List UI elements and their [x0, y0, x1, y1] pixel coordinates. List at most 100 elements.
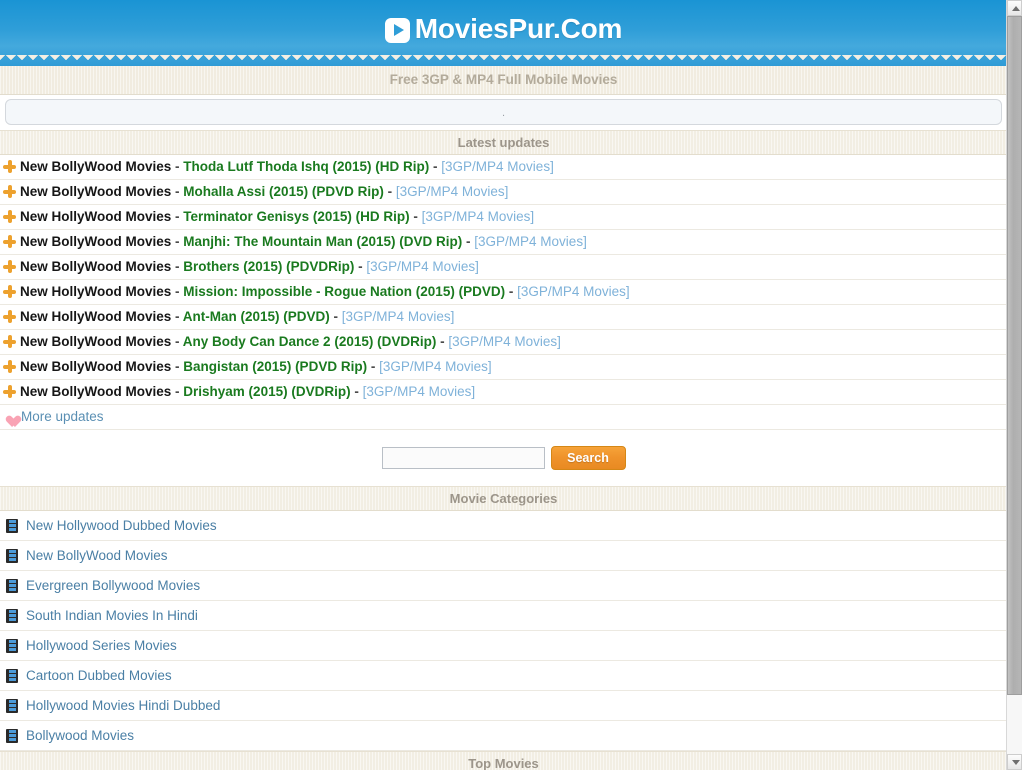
format-tag-link[interactable]: [3GP/MP4 Movies] — [379, 359, 492, 374]
format-tag-link[interactable]: [3GP/MP4 Movies] — [366, 259, 479, 274]
separator: - — [171, 234, 184, 249]
update-category-label: New BollyWood Movies — [20, 184, 172, 199]
movie-title-link[interactable]: Any Body Can Dance 2 (2015) (DVDRip) — [183, 334, 437, 349]
category-row[interactable]: Hollywood Series Movies — [0, 631, 1007, 661]
movie-title-link[interactable]: Mohalla Assi (2015) (PDVD Rip) — [183, 184, 384, 199]
movie-title-link[interactable]: Ant-Man (2015) (PDVD) — [183, 309, 330, 324]
category-link[interactable]: Hollywood Series Movies — [26, 638, 177, 653]
orange-cross-icon — [3, 335, 16, 348]
separator: - — [436, 334, 449, 349]
movie-title-link[interactable]: Thoda Lutf Thoda Ishq (2015) (HD Rip) — [183, 159, 429, 174]
category-link[interactable]: Hollywood Movies Hindi Dubbed — [26, 698, 220, 713]
ad-slot[interactable]: . — [5, 99, 1002, 125]
film-strip-icon — [6, 579, 18, 593]
movie-title-link[interactable]: Brothers (2015) (PDVDRip) — [183, 259, 354, 274]
category-link[interactable]: South Indian Movies In Hindi — [26, 608, 198, 623]
orange-cross-icon — [3, 260, 16, 273]
more-updates-link[interactable]: More updates — [21, 409, 104, 424]
separator: - — [171, 384, 184, 399]
movie-title-link[interactable]: Drishyam (2015) (DVDRip) — [183, 384, 350, 399]
category-link[interactable]: Bollywood Movies — [26, 728, 134, 743]
separator: - — [171, 184, 184, 199]
separator: - — [350, 384, 363, 399]
film-strip-icon — [6, 609, 18, 623]
category-row[interactable]: New BollyWood Movies — [0, 541, 1007, 571]
top-movies-header: Top Movies — [0, 751, 1007, 770]
format-tag-link[interactable]: [3GP/MP4 Movies] — [422, 209, 535, 224]
orange-cross-icon — [3, 360, 16, 373]
category-link[interactable]: Evergreen Bollywood Movies — [26, 578, 200, 593]
update-row[interactable]: New HollyWood Movies - Ant-Man (2015) (P… — [0, 305, 1007, 330]
separator: - — [171, 209, 184, 224]
scrollbar-thumb[interactable] — [1007, 16, 1022, 695]
update-row[interactable]: New BollyWood Movies - Drishyam (2015) (… — [0, 380, 1007, 405]
movie-title-link[interactable]: Manjhi: The Mountain Man (2015) (DVD Rip… — [183, 234, 462, 249]
search-input[interactable] — [381, 447, 545, 469]
site-header: MoviesPur.Com — [0, 0, 1007, 66]
update-row[interactable]: New BollyWood Movies - Mohalla Assi (201… — [0, 180, 1007, 205]
tagline-text: Free 3GP & MP4 Full Mobile Movies — [389, 72, 618, 87]
orange-cross-icon — [3, 285, 16, 298]
section-title: Top Movies — [468, 756, 539, 770]
category-link[interactable]: New Hollywood Dubbed Movies — [26, 518, 217, 533]
film-strip-icon — [6, 669, 18, 683]
film-strip-icon — [6, 519, 18, 533]
update-category-label: New HollyWood Movies — [20, 309, 172, 324]
format-tag-link[interactable]: [3GP/MP4 Movies] — [363, 384, 476, 399]
category-row[interactable]: Cartoon Dubbed Movies — [0, 661, 1007, 691]
orange-cross-icon — [3, 235, 16, 248]
update-category-label: New BollyWood Movies — [20, 259, 172, 274]
movie-title-link[interactable]: Terminator Genisys (2015) (HD Rip) — [183, 209, 409, 224]
separator: - — [171, 309, 183, 324]
separator: - — [367, 359, 380, 374]
scroll-up-button[interactable] — [1007, 0, 1022, 16]
scroll-down-arrow-icon — [1011, 760, 1020, 765]
update-row[interactable]: New BollyWood Movies - Thoda Lutf Thoda … — [0, 155, 1007, 180]
latest-updates-header: Latest updates — [0, 130, 1007, 155]
format-tag-link[interactable]: [3GP/MP4 Movies] — [441, 159, 554, 174]
vertical-scrollbar[interactable] — [1006, 0, 1022, 770]
separator: - — [429, 159, 442, 174]
section-title: Movie Categories — [449, 491, 558, 506]
more-updates-row[interactable]: More updates — [0, 405, 1007, 430]
orange-cross-icon — [3, 385, 16, 398]
category-link[interactable]: New BollyWood Movies — [26, 548, 168, 563]
update-row[interactable]: New BollyWood Movies - Bangistan (2015) … — [0, 355, 1007, 380]
format-tag-link[interactable]: [3GP/MP4 Movies] — [517, 284, 630, 299]
movie-title-link[interactable]: Bangistan (2015) (PDVD Rip) — [183, 359, 367, 374]
format-tag-link[interactable]: [3GP/MP4 Movies] — [474, 234, 587, 249]
scrollbar-track[interactable] — [1007, 16, 1022, 754]
separator: - — [505, 284, 518, 299]
category-row[interactable]: New Hollywood Dubbed Movies — [0, 511, 1007, 541]
category-row[interactable]: Evergreen Bollywood Movies — [0, 571, 1007, 601]
search-button[interactable]: Search — [550, 446, 626, 470]
pink-heart-icon — [3, 410, 17, 423]
update-category-label: New BollyWood Movies — [20, 359, 172, 374]
latest-updates-list: New BollyWood Movies - Thoda Lutf Thoda … — [0, 155, 1007, 405]
separator: - — [329, 309, 342, 324]
category-row[interactable]: South Indian Movies In Hindi — [0, 601, 1007, 631]
movie-title-link[interactable]: Mission: Impossible - Rogue Nation (2015… — [183, 284, 505, 299]
category-row[interactable]: Bollywood Movies — [0, 721, 1007, 751]
separator: - — [171, 284, 184, 299]
update-row[interactable]: New BollyWood Movies - Manjhi: The Mount… — [0, 230, 1007, 255]
scroll-down-button[interactable] — [1007, 754, 1022, 770]
orange-cross-icon — [3, 310, 16, 323]
update-category-label: New BollyWood Movies — [20, 159, 172, 174]
category-link[interactable]: Cartoon Dubbed Movies — [26, 668, 172, 683]
format-tag-link[interactable]: [3GP/MP4 Movies] — [396, 184, 509, 199]
update-row[interactable]: New HollyWood Movies - Mission: Impossib… — [0, 280, 1007, 305]
separator: - — [383, 184, 396, 199]
ad-slot-wrapper: . — [0, 95, 1007, 130]
update-category-label: New HollyWood Movies — [20, 284, 172, 299]
update-row[interactable]: New HollyWood Movies - Terminator Genisy… — [0, 205, 1007, 230]
site-logo[interactable]: MoviesPur.Com — [0, 13, 1007, 45]
separator: - — [462, 234, 475, 249]
update-row[interactable]: New BollyWood Movies - Brothers (2015) (… — [0, 255, 1007, 280]
separator: - — [171, 359, 184, 374]
format-tag-link[interactable]: [3GP/MP4 Movies] — [342, 309, 455, 324]
play-triangle-icon — [384, 18, 410, 43]
category-row[interactable]: Hollywood Movies Hindi Dubbed — [0, 691, 1007, 721]
format-tag-link[interactable]: [3GP/MP4 Movies] — [448, 334, 561, 349]
update-row[interactable]: New BollyWood Movies - Any Body Can Danc… — [0, 330, 1007, 355]
